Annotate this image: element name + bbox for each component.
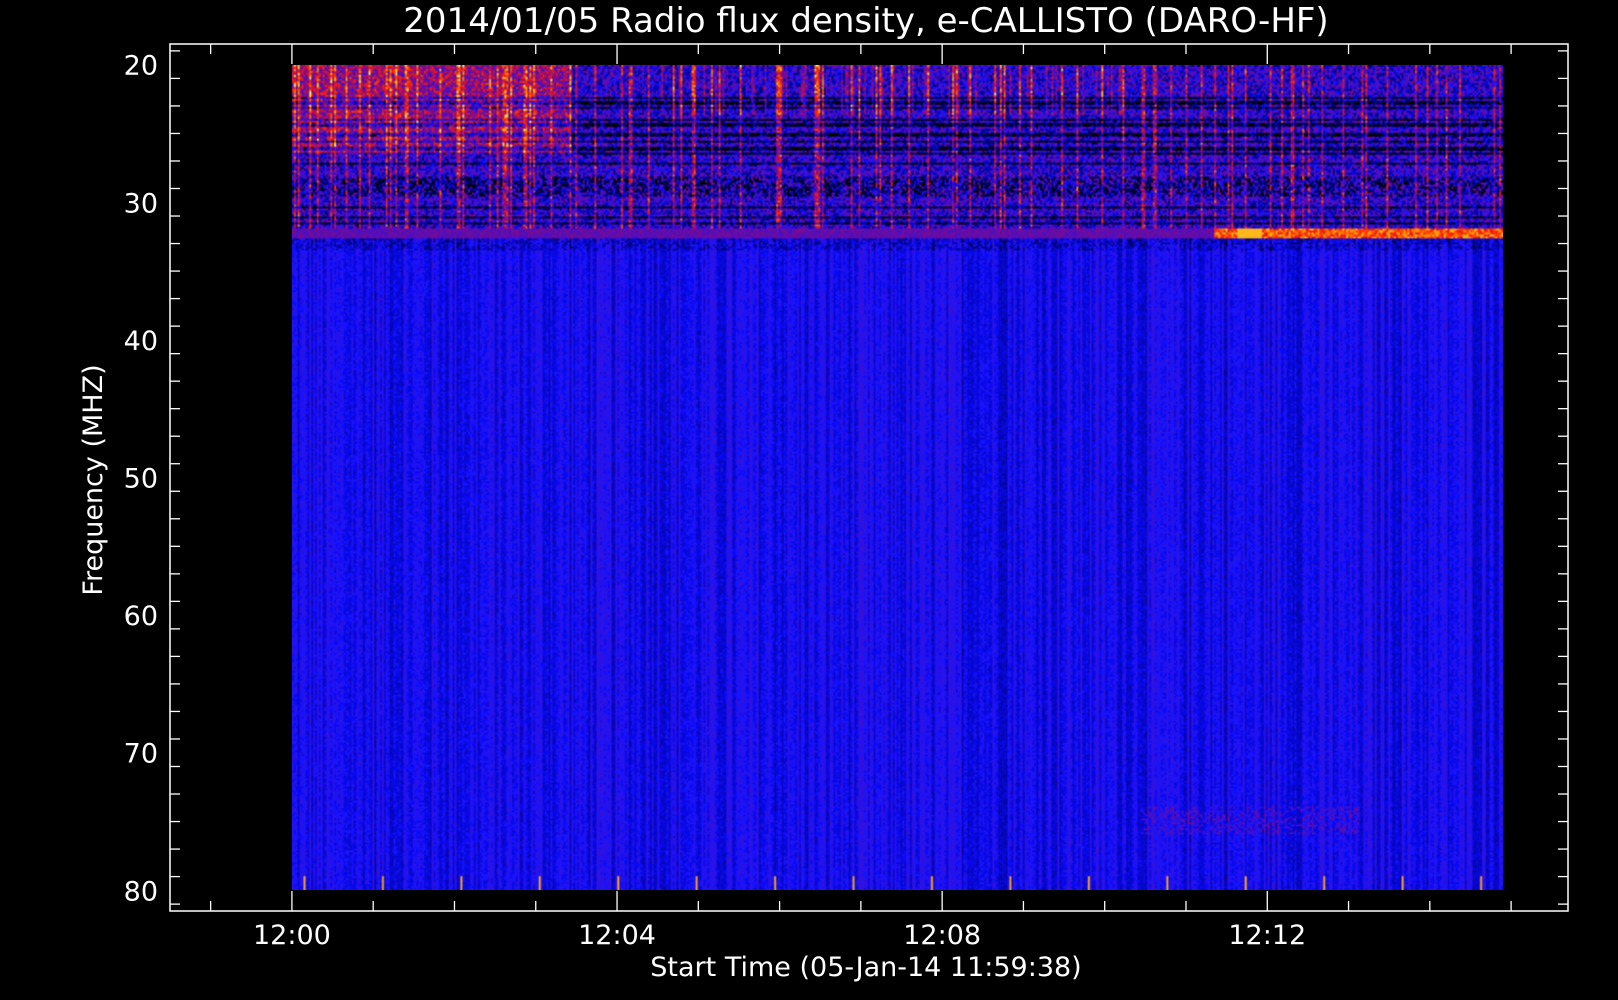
x-tick-label: 12:12	[1228, 920, 1306, 951]
y-tick-label: 50	[124, 464, 158, 495]
y-tick-label: 70	[124, 739, 158, 770]
y-tick-label: 80	[124, 876, 158, 907]
y-axis-label: Frequency (MHZ)	[78, 364, 109, 595]
y-tick-label: 60	[124, 601, 158, 632]
x-tick-label: 12:04	[578, 920, 656, 951]
y-tick-label: 40	[124, 326, 158, 357]
x-axis-label: Start Time (05-Jan-14 11:59:38)	[650, 952, 1081, 983]
chart-title: 2014/01/05 Radio flux density, e-CALLIST…	[403, 1, 1328, 41]
x-tick-label: 12:00	[253, 920, 331, 951]
x-tick-label: 12:08	[903, 920, 981, 951]
y-tick-label: 30	[124, 188, 158, 219]
spectrogram-image	[291, 64, 1503, 891]
y-tick-label: 20	[124, 51, 158, 82]
